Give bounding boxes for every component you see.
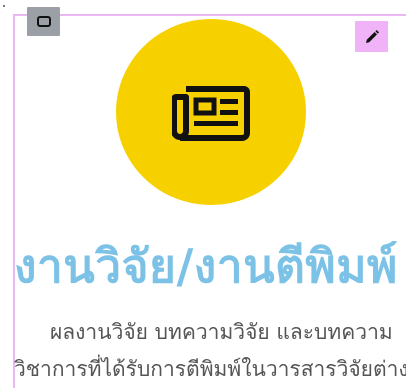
newspaper-icon [172, 86, 250, 141]
pencil-icon [365, 29, 379, 43]
description-line-2: วิชาการที่ได้รับการตีพิมพ์ในวารสารวิจัยต… [14, 357, 406, 381]
description-line-1: ผลงานวิจัย บทความวิจัย และบทความ [50, 320, 393, 344]
page-title: งานวิจัย/งานตีพิมพ์ [14, 239, 398, 293]
select-widget-button[interactable] [27, 7, 60, 36]
edit-widget-button[interactable] [355, 21, 388, 52]
canvas: งานวิจัย/งานตีพิมพ์ ผลงานวิจัย บทความวิจ… [0, 0, 406, 388]
stray-dot [3, 5, 5, 7]
icon-circle [116, 19, 306, 205]
rectangle-select-icon [36, 16, 51, 27]
